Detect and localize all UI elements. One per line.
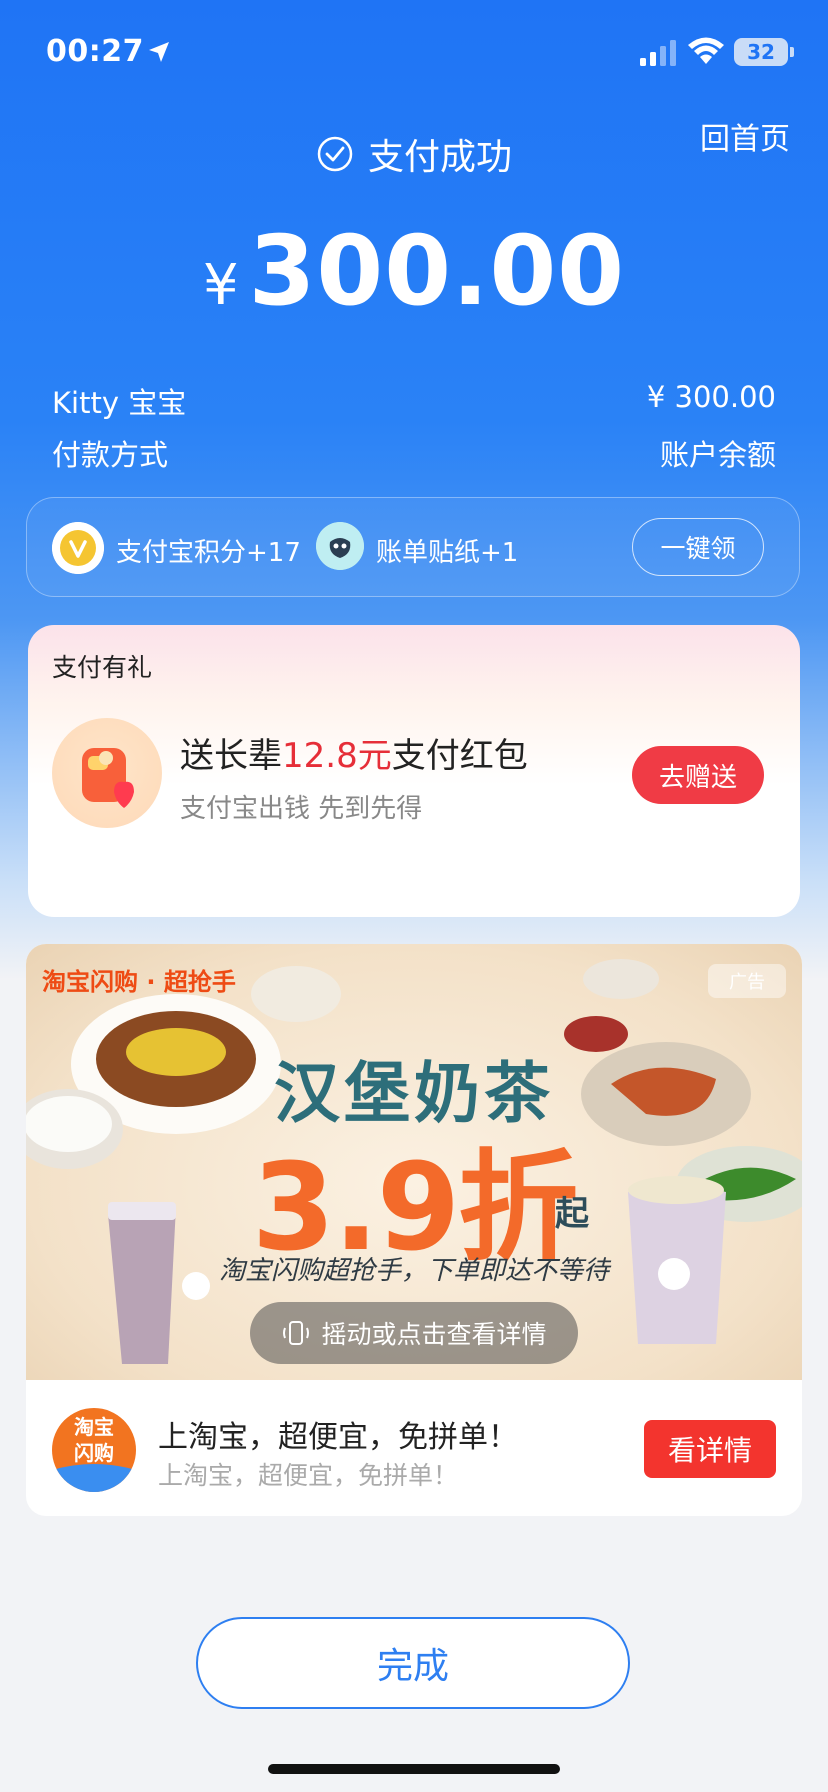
gift-offer-subtitle: 支付宝出钱 先到先得 [180,794,423,824]
gift-card-title: 支付有礼 [52,653,153,682]
app-logo-line2: 闪购 [74,1441,114,1465]
payment-amount: ¥ 300.00 [0,215,828,327]
home-indicator[interactable] [268,1764,560,1774]
view-details-button[interactable]: 看详情 [644,1420,776,1478]
points-reward: 支付宝积分+17 [116,538,301,568]
red-packet-graphic [82,748,134,808]
send-gift-button[interactable]: 去赠送 [632,746,764,804]
currency-symbol: ¥ [202,253,239,318]
payment-status-text: 支付成功 [367,137,512,178]
amount-value: 300.00 [248,215,626,327]
status-time: 00:27 [46,34,144,69]
sticker-icon [316,522,364,570]
payment-method-value: 账户余额 [659,438,776,472]
shake-for-details[interactable]: 摇动或点击查看详情 [250,1302,578,1364]
red-packet-icon [52,718,162,828]
shake-phone-icon [283,1321,310,1345]
ad-badge[interactable]: 广告 [708,964,786,998]
battery-indicator: 32 [734,38,788,66]
battery-level: 32 [747,40,775,64]
payee-name: Kitty 宝宝 [52,386,187,420]
battery-nub [790,47,794,57]
app-logo-line1: 淘宝 [74,1415,114,1439]
location-arrow-icon [149,42,169,62]
done-button[interactable]: 完成 [196,1617,630,1709]
gift-offer-amount: 12.8元 [282,736,392,776]
shake-label: 摇动或点击查看详情 [321,1320,547,1349]
ad-slogan: 淘宝闪购超抢手，下单即达不等待 [218,1256,609,1286]
check-circle-icon [317,136,353,172]
cellular-signal-icon [640,40,676,66]
ad-title: 上淘宝，超便宜，免拼单！ [158,1420,518,1455]
payee-amount: ¥ 300.00 [646,380,776,414]
ad-subtitle: 上淘宝，超便宜，免拼单！ [158,1461,459,1490]
app-logo-text: 淘宝 闪购 [52,1414,136,1466]
gift-offer-suffix: 支付红包 [391,736,528,776]
gift-offer-text: 送长辈12.8元支付红包 [180,728,528,777]
ad-brand-label: 淘宝闪购 · 超抢手 [42,968,236,996]
claim-all-button[interactable]: 一键领 [632,518,764,576]
payment-method-label: 付款方式 [52,438,169,472]
wifi-icon [688,37,724,64]
points-coin-icon [52,522,104,574]
sticker-reward: 账单贴纸+1 [376,538,519,568]
payment-success-row: 支付成功 [0,128,828,180]
ad-discount-suffix: 起 [555,1194,589,1234]
gift-offer-prefix: 送长辈 [180,736,282,776]
